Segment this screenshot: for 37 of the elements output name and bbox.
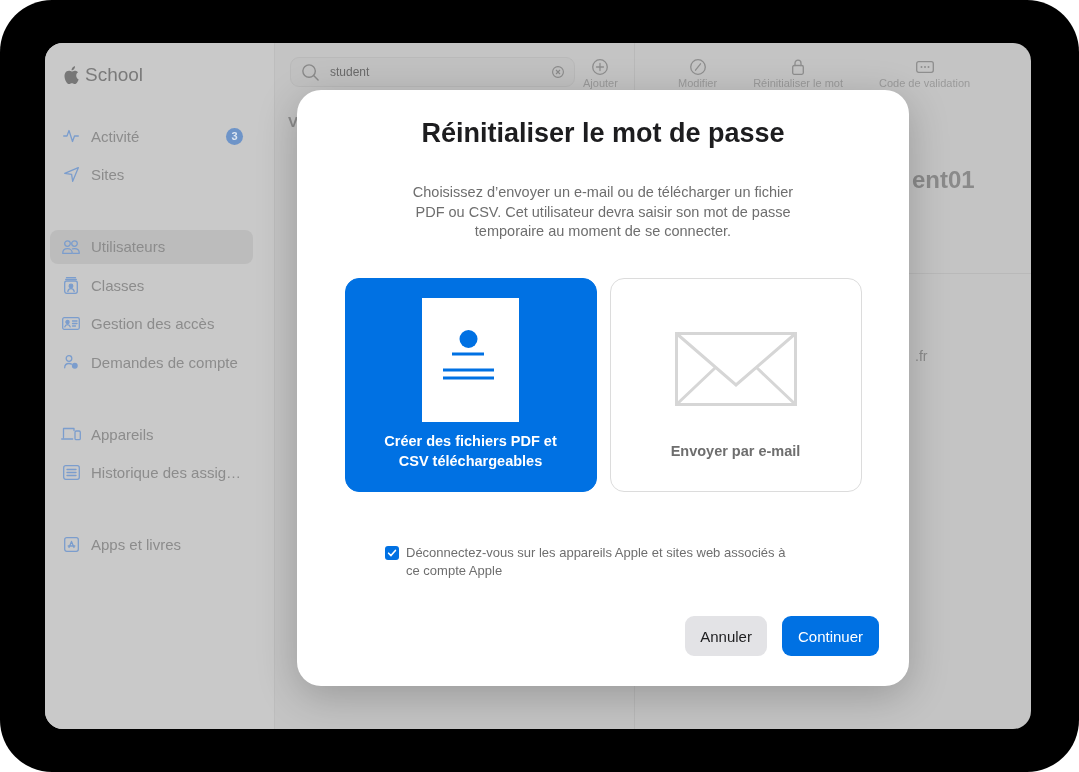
location-arrow-icon (63, 167, 79, 182)
checkbox[interactable] (385, 545, 399, 560)
dots-box-icon (915, 61, 934, 73)
list-icon (62, 465, 80, 480)
document-icon (422, 297, 519, 422)
sidebar-item[interactable]: Sites (50, 157, 253, 192)
apple-icon (64, 66, 79, 84)
people-icon (62, 239, 80, 254)
sidebar-item[interactable]: Activité 3 (50, 119, 253, 153)
count-badge: 3 (226, 127, 243, 145)
person-gear-icon (64, 355, 78, 369)
checkbox-label: Déconnectez-vous sur les appareils Apple et sites web associés à ce compte Apple (406, 543, 787, 580)
envelope-icon (674, 331, 797, 406)
dialog-title: Réinitialiser le mot de passe (421, 117, 785, 150)
person-badge-icon (64, 276, 78, 294)
search-icon (302, 63, 319, 81)
dialog-message: Choisissez d’envoyer un e-mail ou de télécharger un fichier PDF ou CSV. Cet utilisateur devra saisir son mot de passe temporaire au moment de se connecter. (411, 183, 795, 241)
sidebar-item[interactable]: Demandes de compte (50, 345, 253, 379)
sidebar-item[interactable]: Appareils (50, 417, 253, 451)
sidebar-item[interactable]: Classes (50, 268, 253, 302)
pulse-icon (63, 129, 79, 143)
pencil-circle-icon (689, 59, 706, 75)
search-field[interactable]: student (290, 57, 575, 87)
cancel-button[interactable]: Annuler (685, 616, 767, 656)
app-name: School (85, 64, 144, 86)
laptop-phone-icon (61, 427, 81, 441)
lock-icon (792, 59, 805, 75)
sidebar-item[interactable]: Apps et livres (50, 527, 253, 562)
user-title: ent01 (912, 165, 975, 194)
plus-circle-icon (592, 59, 609, 75)
option-card[interactable]: Créer des fichiers PDF et CSV téléchargeables (344, 277, 597, 492)
option-card[interactable]: Envoyer par e-mail (609, 277, 862, 492)
sidebar-item[interactable]: Historique des assig… (50, 455, 253, 490)
app-tile-icon (63, 537, 79, 552)
continue-button[interactable]: Continuer (781, 616, 879, 656)
id-card-icon (62, 317, 80, 330)
sidebar-item[interactable]: Gestion des accès (50, 306, 253, 341)
